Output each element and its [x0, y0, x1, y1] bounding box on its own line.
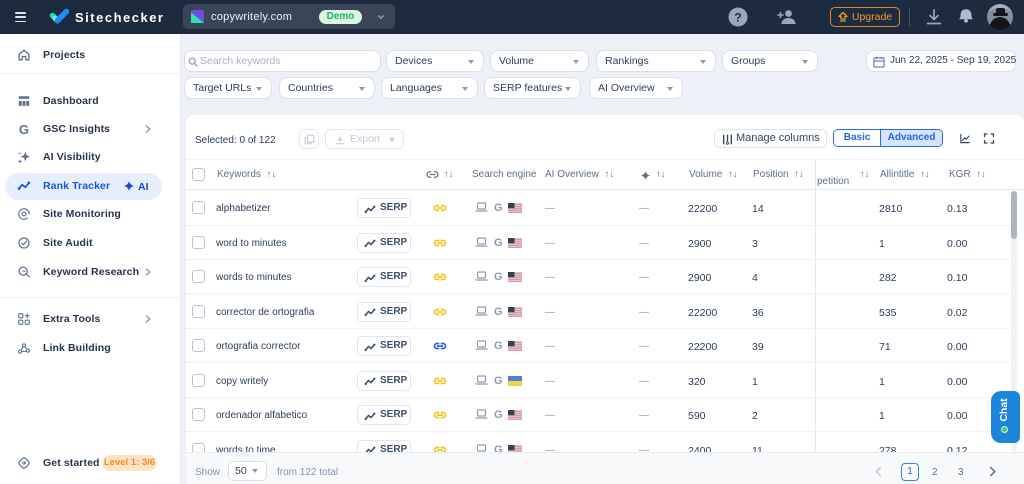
svg-text:G: G [19, 122, 29, 136]
svg-text:?: ? [734, 11, 741, 25]
